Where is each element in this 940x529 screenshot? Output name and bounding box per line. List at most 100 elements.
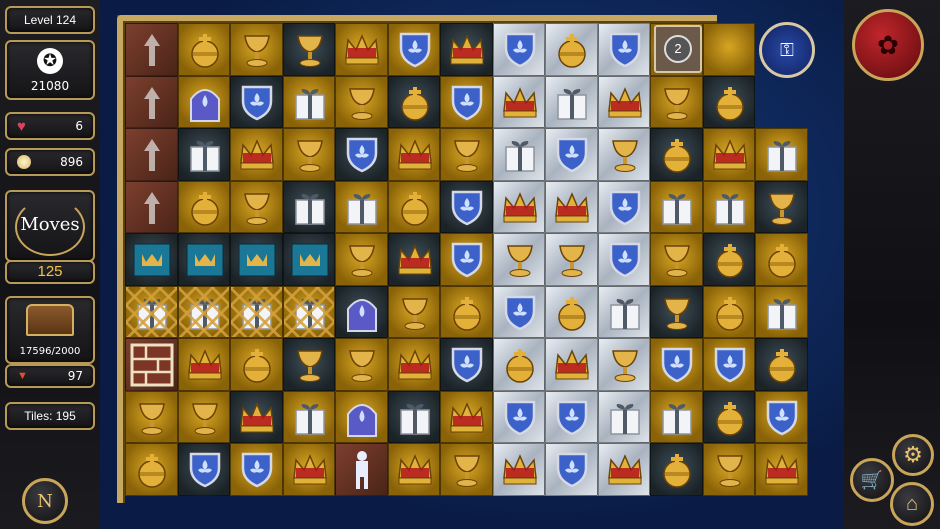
tile-orb[interactable]: [492, 338, 545, 391]
tile-gift[interactable]: [282, 75, 335, 128]
tile-gift[interactable]: [282, 390, 335, 443]
tile-wall[interactable]: [125, 338, 178, 391]
tile-goblet[interactable]: [755, 180, 808, 233]
tile-chain[interactable]: [125, 285, 178, 338]
tile-shield[interactable]: [702, 338, 755, 391]
menu-scroll-button[interactable]: N: [22, 478, 68, 524]
pause-button[interactable]: ✿: [852, 9, 924, 81]
tile-crown[interactable]: [335, 23, 388, 76]
tile-arrow[interactable]: [125, 75, 178, 128]
tile-gift[interactable]: [597, 390, 650, 443]
tile-orb[interactable]: [702, 233, 755, 286]
tile-gift[interactable]: [755, 285, 808, 338]
tile-gift[interactable]: [177, 128, 230, 181]
tile-orb[interactable]: [545, 23, 598, 76]
tile-arch[interactable]: [335, 390, 388, 443]
tile-shield[interactable]: [755, 390, 808, 443]
tile-crown[interactable]: [545, 180, 598, 233]
tile-orb[interactable]: [387, 75, 440, 128]
tile-crown[interactable]: [387, 233, 440, 286]
tile-shield[interactable]: [492, 23, 545, 76]
tile-goblet[interactable]: [545, 233, 598, 286]
tile-goblet[interactable]: [230, 23, 283, 76]
tile-shield[interactable]: [177, 443, 230, 496]
tile-shield[interactable]: [440, 180, 493, 233]
settings-button[interactable]: ⚙: [892, 434, 934, 476]
tile-shield[interactable]: [387, 23, 440, 76]
tile-crown[interactable]: [545, 338, 598, 391]
tile-shield[interactable]: [597, 233, 650, 286]
tile-goblet[interactable]: [597, 128, 650, 181]
tile-arrow[interactable]: [125, 180, 178, 233]
home-button[interactable]: ⌂: [890, 482, 934, 526]
tile-banner[interactable]: [177, 233, 230, 286]
tile-orb[interactable]: [650, 128, 703, 181]
tile-gift[interactable]: [282, 180, 335, 233]
tile-orb[interactable]: [650, 443, 703, 496]
tile-shield[interactable]: [440, 75, 493, 128]
tile-crown[interactable]: [702, 128, 755, 181]
tile-banner[interactable]: [230, 233, 283, 286]
tile-gift[interactable]: [702, 180, 755, 233]
tile-goblet[interactable]: [492, 233, 545, 286]
tile-goblet[interactable]: [702, 443, 755, 496]
tile-goblet[interactable]: [597, 338, 650, 391]
tile-orb[interactable]: [230, 338, 283, 391]
tile-shield[interactable]: [440, 338, 493, 391]
tile-orb[interactable]: [387, 180, 440, 233]
tile-goblet[interactable]: [387, 285, 440, 338]
tile-arrow[interactable]: [125, 128, 178, 181]
tile-goblet[interactable]: [177, 390, 230, 443]
tile-shield[interactable]: [545, 128, 598, 181]
tile-crown[interactable]: [597, 443, 650, 496]
tile-gift[interactable]: [650, 180, 703, 233]
tile-shield[interactable]: [335, 128, 388, 181]
tile-orb[interactable]: [545, 285, 598, 338]
tile-orb[interactable]: [755, 233, 808, 286]
tile-orb[interactable]: [177, 23, 230, 76]
tile-goblet[interactable]: [282, 338, 335, 391]
tile-orb[interactable]: [440, 285, 493, 338]
tile-arch[interactable]: [177, 75, 230, 128]
tile-orb[interactable]: [702, 285, 755, 338]
tile-gift[interactable]: [335, 180, 388, 233]
tile-gift[interactable]: [650, 390, 703, 443]
tile-orb[interactable]: [125, 443, 178, 496]
tile-gift[interactable]: [597, 285, 650, 338]
tile-gift[interactable]: [545, 75, 598, 128]
tile-arch[interactable]: [335, 285, 388, 338]
tile-crown[interactable]: [230, 390, 283, 443]
shop-button[interactable]: 🛒: [850, 458, 894, 502]
tile-chain[interactable]: [177, 285, 230, 338]
tile-shield[interactable]: [230, 443, 283, 496]
tile-crown[interactable]: [177, 338, 230, 391]
tile-shield[interactable]: [492, 285, 545, 338]
tile-shield[interactable]: [597, 180, 650, 233]
tile-goblet[interactable]: [282, 128, 335, 181]
tile-shield[interactable]: [230, 75, 283, 128]
tile-goblet[interactable]: [650, 285, 703, 338]
tile-shield[interactable]: [545, 443, 598, 496]
tile-crown[interactable]: [387, 338, 440, 391]
tile-goblet[interactable]: [335, 75, 388, 128]
tile-crown[interactable]: [440, 23, 493, 76]
tile-crown[interactable]: [230, 128, 283, 181]
tile-goblet[interactable]: [335, 233, 388, 286]
tile-shield[interactable]: [650, 338, 703, 391]
tile-crown[interactable]: [492, 75, 545, 128]
tile-gift[interactable]: [755, 128, 808, 181]
tile-goblet[interactable]: [230, 180, 283, 233]
keyhole-button[interactable]: ⚿: [759, 22, 815, 78]
tile-shield[interactable]: [545, 390, 598, 443]
tile-shield[interactable]: [597, 23, 650, 76]
tile-crown[interactable]: [492, 180, 545, 233]
tile-shield[interactable]: [440, 233, 493, 286]
tile-goblet[interactable]: [650, 233, 703, 286]
tile-crown[interactable]: [282, 443, 335, 496]
tile-orb[interactable]: [755, 338, 808, 391]
tile-crown[interactable]: [387, 443, 440, 496]
chest-panel[interactable]: 17596/2000: [5, 296, 95, 364]
tile-crown[interactable]: [597, 75, 650, 128]
tile-crown[interactable]: [440, 390, 493, 443]
tile-goblet[interactable]: [335, 338, 388, 391]
